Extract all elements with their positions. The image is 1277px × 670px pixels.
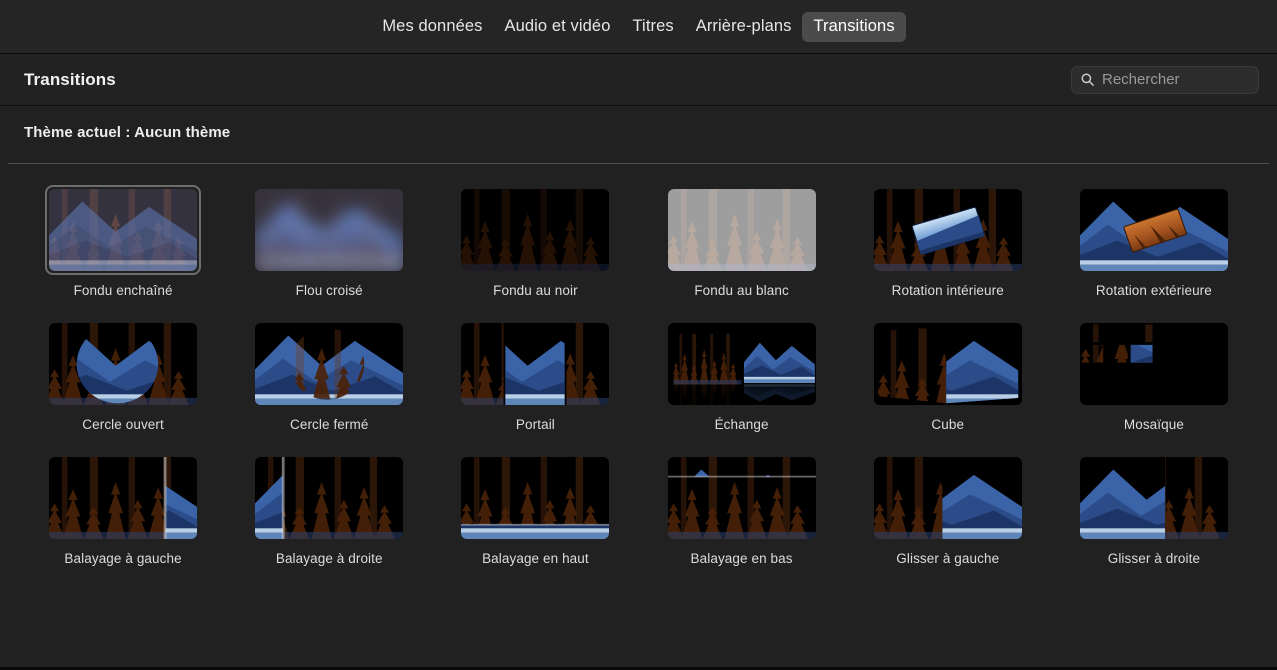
transition-item[interactable]: Rotation extérieure — [1051, 185, 1257, 298]
transition-thumbnail[interactable] — [664, 319, 820, 409]
transition-thumbnail[interactable] — [457, 185, 613, 275]
section-divider-wrap — [0, 150, 1277, 164]
thumbnail-preview-wiperight — [255, 457, 403, 539]
tab-audio-et-vid-o[interactable]: Audio et vidéo — [494, 12, 622, 42]
thumbnail-preview-crossdissolve — [49, 189, 197, 271]
thumbnail-preview-wipeleft — [49, 457, 197, 539]
transition-thumbnail[interactable] — [251, 319, 407, 409]
transition-label: Rotation extérieure — [1096, 283, 1212, 298]
transition-label: Échange — [715, 417, 769, 432]
transition-label: Fondu au blanc — [694, 283, 788, 298]
tab-titres[interactable]: Titres — [621, 12, 684, 42]
thumbnail-preview-blur — [255, 189, 403, 271]
transition-thumbnail[interactable] — [1076, 453, 1232, 543]
transition-item[interactable]: Flou croisé — [226, 185, 432, 298]
thumbnail-preview-mosaic — [1080, 323, 1228, 405]
transition-thumbnail[interactable] — [870, 185, 1026, 275]
transition-label: Balayage en haut — [482, 551, 589, 566]
transition-thumbnail[interactable] — [251, 185, 407, 275]
transition-thumbnail[interactable] — [45, 185, 201, 275]
tab-transitions[interactable]: Transitions — [802, 12, 905, 42]
transition-item[interactable]: Cube — [845, 319, 1051, 432]
transition-thumbnail[interactable] — [664, 185, 820, 275]
transition-label: Balayage en bas — [691, 551, 793, 566]
tab-mes-donn-es[interactable]: Mes données — [371, 12, 493, 42]
transition-thumbnail[interactable] — [45, 453, 201, 543]
transition-item[interactable]: Rotation intérieure — [845, 185, 1051, 298]
transition-thumbnail[interactable] — [1076, 185, 1232, 275]
transition-thumbnail[interactable] — [1076, 319, 1232, 409]
transition-item[interactable]: Échange — [639, 319, 845, 432]
transition-label: Glisser à gauche — [896, 551, 999, 566]
transition-label: Cercle fermé — [290, 417, 368, 432]
thumbnail-preview-slideleft — [874, 457, 1022, 539]
tab-arri-re-plans[interactable]: Arrière-plans — [685, 12, 803, 42]
search-icon — [1080, 72, 1095, 87]
thumbnail-preview-swap — [668, 323, 816, 405]
transition-item[interactable]: Glisser à gauche — [845, 453, 1051, 566]
search-field[interactable] — [1071, 66, 1259, 94]
transition-thumbnail[interactable] — [664, 453, 820, 543]
thumbnail-preview-spinin — [874, 189, 1022, 271]
transition-label: Flou croisé — [296, 283, 363, 298]
search-input[interactable] — [1102, 71, 1277, 88]
transition-thumbnail[interactable] — [457, 453, 613, 543]
transition-item[interactable]: Mosaïque — [1051, 319, 1257, 432]
transitions-browser: Mes donnéesAudio et vidéoTitresArrière-p… — [0, 0, 1277, 670]
thumbnail-preview-circleopen — [49, 323, 197, 405]
thumbnail-preview-slideright — [1080, 457, 1228, 539]
transition-item[interactable]: Fondu enchaîné — [20, 185, 226, 298]
transition-label: Mosaïque — [1124, 417, 1184, 432]
current-theme-label: Thème actuel : Aucun thème — [24, 124, 230, 141]
thumbnail-preview-fadewhite — [668, 189, 816, 271]
transition-label: Balayage à gauche — [64, 551, 181, 566]
thumbnail-preview-fadeblack — [461, 189, 609, 271]
transition-item[interactable]: Cercle fermé — [226, 319, 432, 432]
page-title: Transitions — [24, 70, 116, 90]
thumbnail-preview-wipedown — [668, 457, 816, 539]
transition-item[interactable]: Balayage à gauche — [20, 453, 226, 566]
transition-thumbnail[interactable] — [45, 319, 201, 409]
transition-item[interactable]: Portail — [432, 319, 638, 432]
transition-label: Cercle ouvert — [82, 417, 164, 432]
transition-thumbnail[interactable] — [870, 319, 1026, 409]
transition-item[interactable]: Fondu au blanc — [639, 185, 845, 298]
transition-label: Portail — [516, 417, 555, 432]
transition-thumbnail[interactable] — [251, 453, 407, 543]
transition-thumbnail[interactable] — [870, 453, 1026, 543]
transition-thumbnail[interactable] — [457, 319, 613, 409]
transition-label: Balayage à droite — [276, 551, 383, 566]
transition-item[interactable]: Cercle ouvert — [20, 319, 226, 432]
transition-label: Fondu au noir — [493, 283, 578, 298]
transitions-grid: Fondu enchaîné — [20, 185, 1257, 566]
transition-label: Glisser à droite — [1108, 551, 1200, 566]
thumbnail-preview-circleclose — [255, 323, 403, 405]
transition-label: Cube — [931, 417, 964, 432]
panel-toolbar: Transitions — [0, 54, 1277, 106]
transition-item[interactable]: Balayage à droite — [226, 453, 432, 566]
media-browser-tabs: Mes donnéesAudio et vidéoTitresArrière-p… — [0, 0, 1277, 54]
transition-item[interactable]: Fondu au noir — [432, 185, 638, 298]
current-theme-row: Thème actuel : Aucun thème — [0, 106, 1277, 150]
thumbnail-preview-spinout — [1080, 189, 1228, 271]
transition-label: Rotation intérieure — [892, 283, 1004, 298]
thumbnail-preview-wipeup — [461, 457, 609, 539]
transition-label: Fondu enchaîné — [74, 283, 173, 298]
thumbnail-preview-cube — [874, 323, 1022, 405]
transition-item[interactable]: Balayage en haut — [432, 453, 638, 566]
transition-item[interactable]: Balayage en bas — [639, 453, 845, 566]
transitions-scroll-area[interactable]: Fondu enchaîné — [0, 164, 1277, 667]
transition-item[interactable]: Glisser à droite — [1051, 453, 1257, 566]
thumbnail-preview-doorway — [461, 323, 609, 405]
